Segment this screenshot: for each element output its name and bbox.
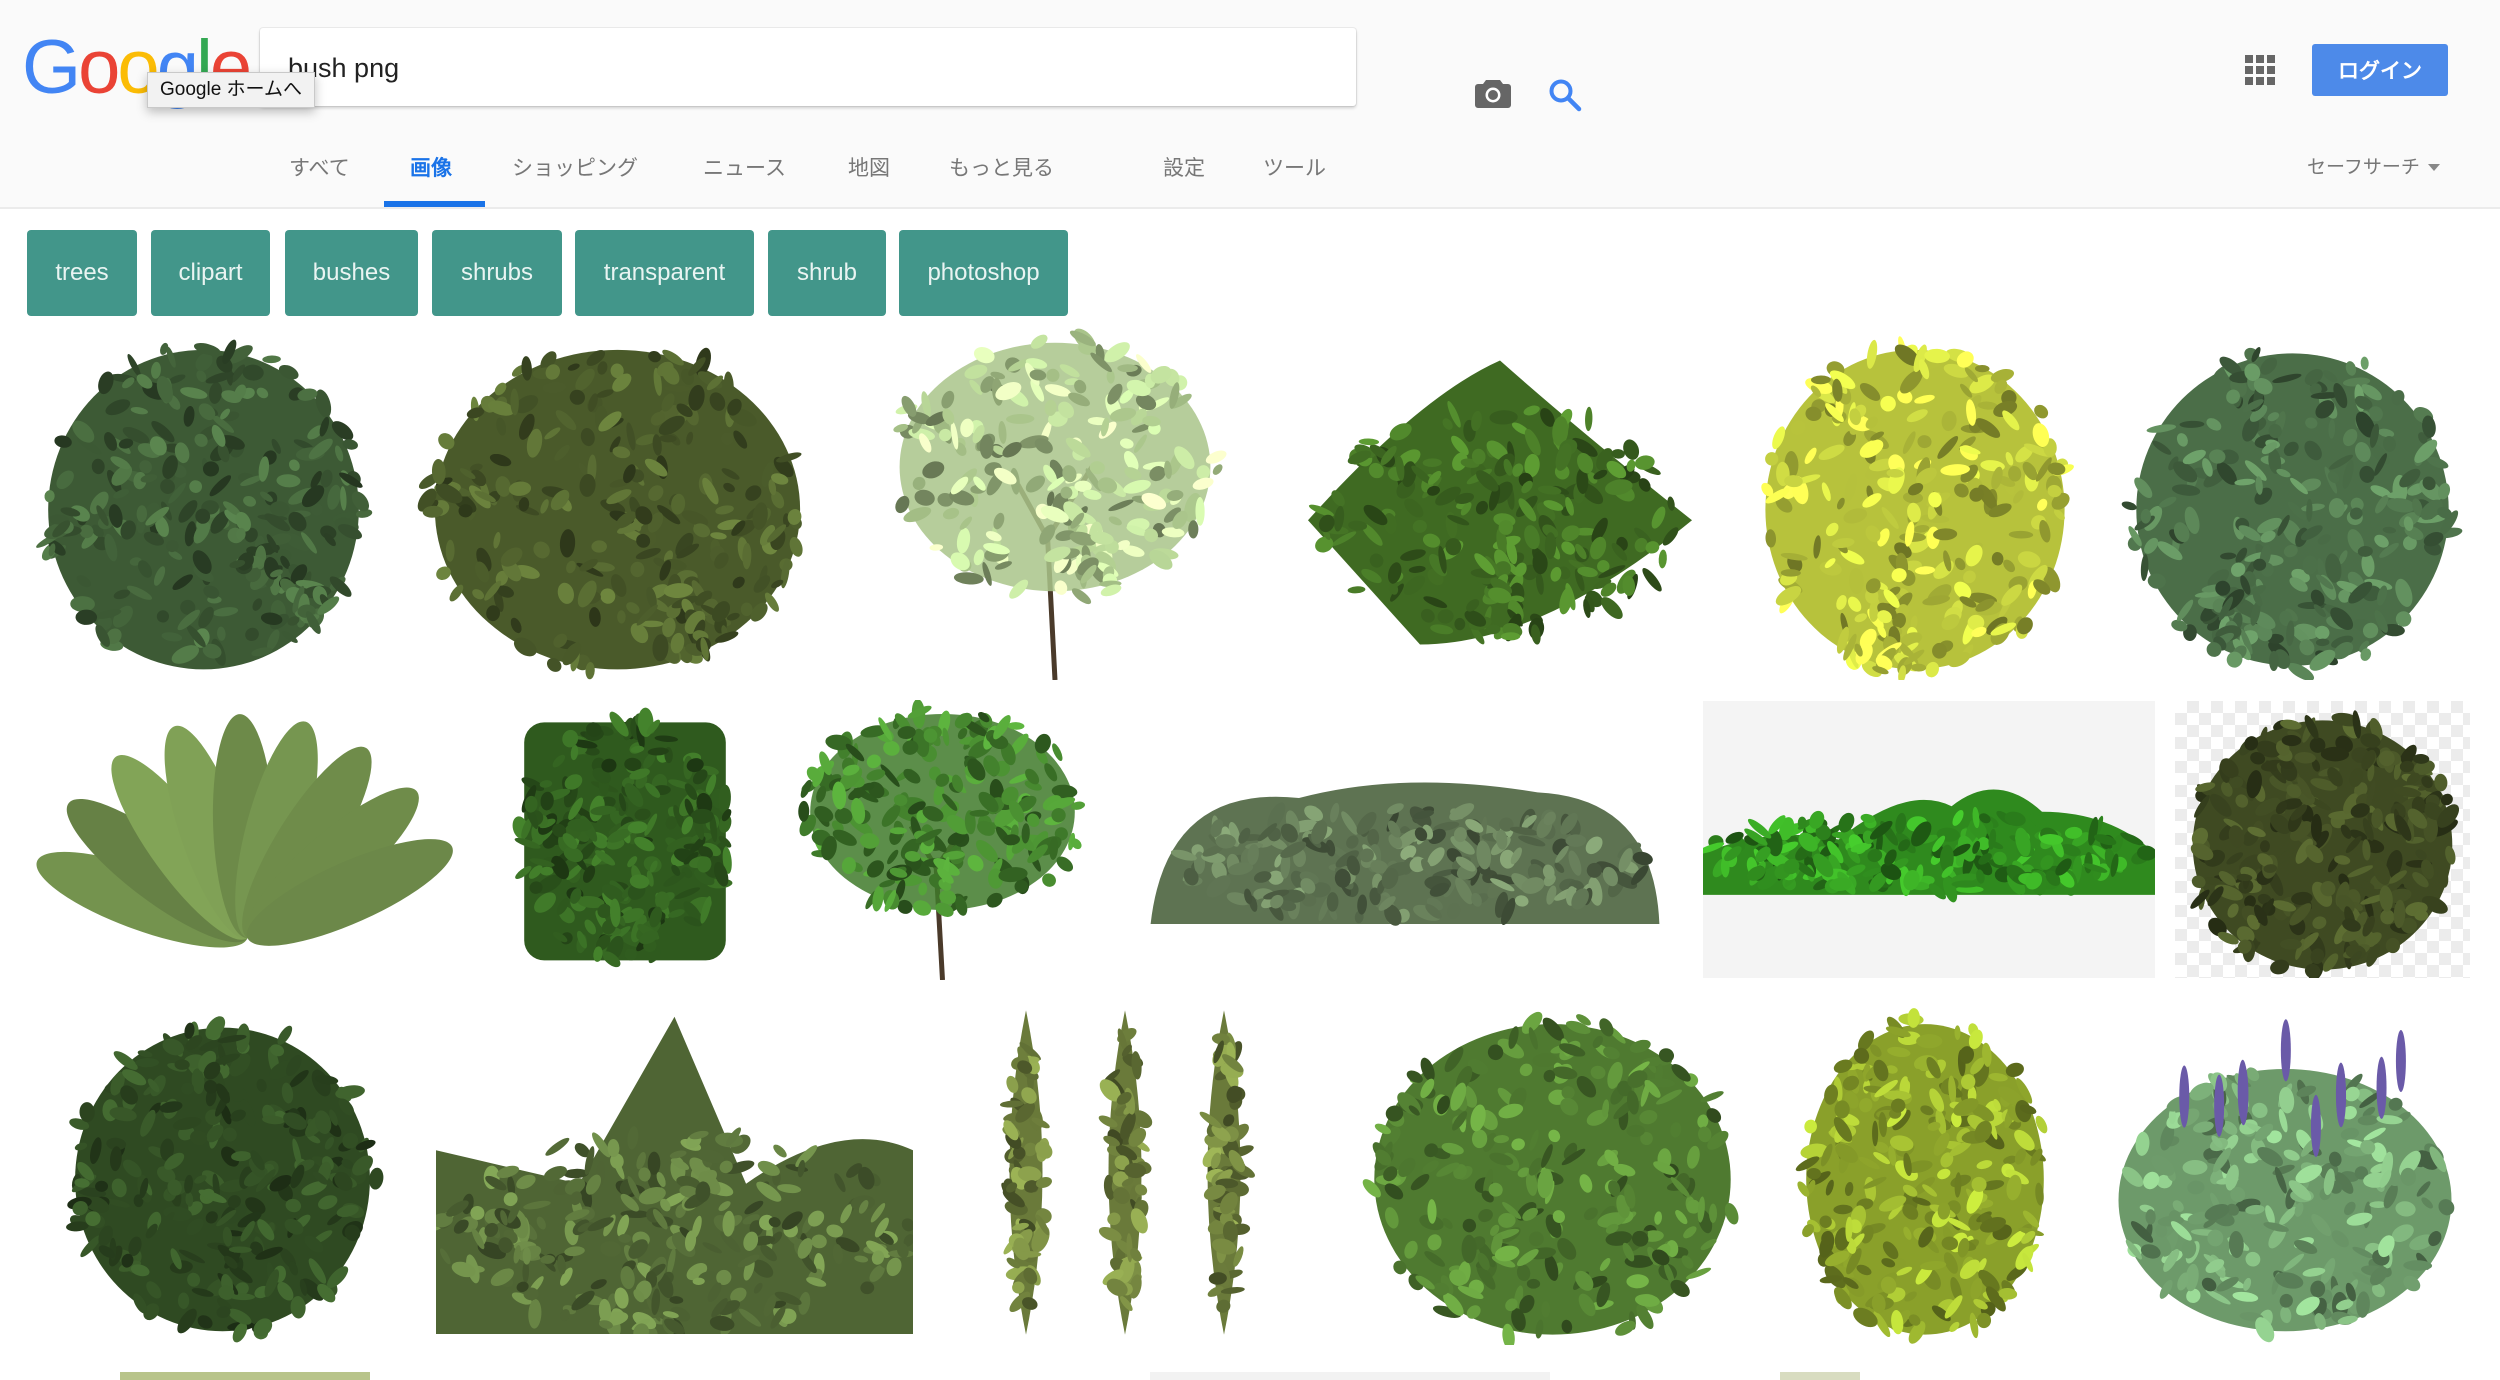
caret-down-icon — [2427, 164, 2440, 171]
image-thumbnail — [1795, 1008, 2048, 1344]
image-result[interactable] — [960, 1000, 1290, 1345]
image-thumbnail — [1703, 789, 2155, 903]
tab-tools[interactable]: ツール — [1263, 152, 1326, 182]
image-result[interactable] — [2115, 325, 2470, 680]
image-thumbnail — [893, 328, 1227, 680]
image-thumbnail — [1308, 360, 1692, 645]
image-thumbnail — [436, 1000, 913, 1334]
image-thumbnail — [2118, 1019, 2455, 1343]
camera-icon[interactable] — [1475, 78, 1511, 108]
image-result[interactable] — [505, 700, 745, 980]
image-thumbnail — [417, 347, 803, 680]
image-thumbnail — [2121, 346, 2463, 680]
image-thumbnail — [512, 707, 733, 968]
image-thumbnail — [36, 714, 453, 948]
image-result[interactable] — [30, 700, 465, 980]
logo-tooltip: Google ホームへ — [147, 72, 315, 108]
image-result[interactable] — [870, 325, 1240, 680]
image-result[interactable] — [436, 1000, 913, 1334]
login-button[interactable]: ログイン — [2312, 44, 2448, 96]
logo-letter: G — [22, 25, 81, 110]
search-input[interactable] — [286, 40, 1170, 96]
image-result[interactable] — [2175, 701, 2470, 978]
tab-images[interactable]: 画像 — [410, 152, 452, 182]
tab-news[interactable]: ニュース — [703, 152, 786, 182]
image-result[interactable] — [27, 325, 380, 680]
image-thumbnail — [66, 1016, 384, 1343]
image-thumbnail — [2190, 710, 2460, 978]
image-thumbnail — [798, 700, 1086, 980]
image-thumbnail — [1761, 336, 2074, 680]
image-result[interactable] — [1703, 701, 2155, 978]
image-result[interactable] — [1300, 325, 1700, 680]
active-tab-indicator — [384, 201, 485, 207]
search-icon[interactable] — [1548, 78, 1582, 112]
chip-bushes[interactable]: bushes — [285, 230, 418, 316]
chip-photoshop[interactable]: photoshop — [899, 230, 1068, 316]
chip-trees[interactable]: trees — [27, 230, 137, 316]
safesearch-dropdown[interactable]: セーフサーチ — [2307, 152, 2440, 179]
tab-maps[interactable]: 地図 — [848, 152, 890, 182]
chip-transparent[interactable]: transparent — [575, 230, 754, 316]
tab-shopping[interactable]: ショッピング — [512, 152, 638, 182]
safesearch-label: セーフサーチ — [2307, 156, 2420, 178]
image-result[interactable] — [1780, 1372, 1860, 1380]
chip-shrubs[interactable]: shrubs — [432, 230, 562, 316]
header: Google Google ホームへ ログイン すべて 画像 ショッピング ニュ… — [0, 0, 2500, 209]
image-result[interactable] — [410, 325, 825, 680]
apps-grid-icon[interactable] — [2245, 55, 2275, 85]
image-result[interactable] — [1745, 325, 2085, 680]
image-result[interactable] — [1790, 1000, 2060, 1345]
tab-more[interactable]: もっと見る — [949, 152, 1054, 182]
image-result[interactable] — [1140, 700, 1670, 980]
image-result[interactable] — [2100, 1000, 2470, 1345]
image-thumbnail — [1362, 1011, 1739, 1345]
image-result[interactable] — [1150, 1372, 1550, 1380]
tab-settings[interactable]: 設定 — [1163, 152, 1205, 182]
image-result[interactable] — [120, 1372, 370, 1380]
image-thumbnail — [999, 1010, 1255, 1335]
search-tabs: すべて 画像 ショッピング ニュース 地図 もっと見る 設定 ツール — [0, 140, 2500, 207]
search-box[interactable] — [260, 28, 1582, 112]
chip-clipart[interactable]: clipart — [151, 230, 270, 316]
image-result[interactable] — [1350, 1000, 1755, 1345]
logo-letter: o — [78, 25, 120, 110]
image-result[interactable] — [55, 1000, 390, 1345]
chip-shrub[interactable]: shrub — [768, 230, 886, 316]
image-result[interactable] — [785, 700, 1100, 980]
image-thumbnail — [36, 339, 373, 670]
tab-all[interactable]: すべて — [289, 152, 350, 182]
image-thumbnail — [1150, 782, 1660, 926]
